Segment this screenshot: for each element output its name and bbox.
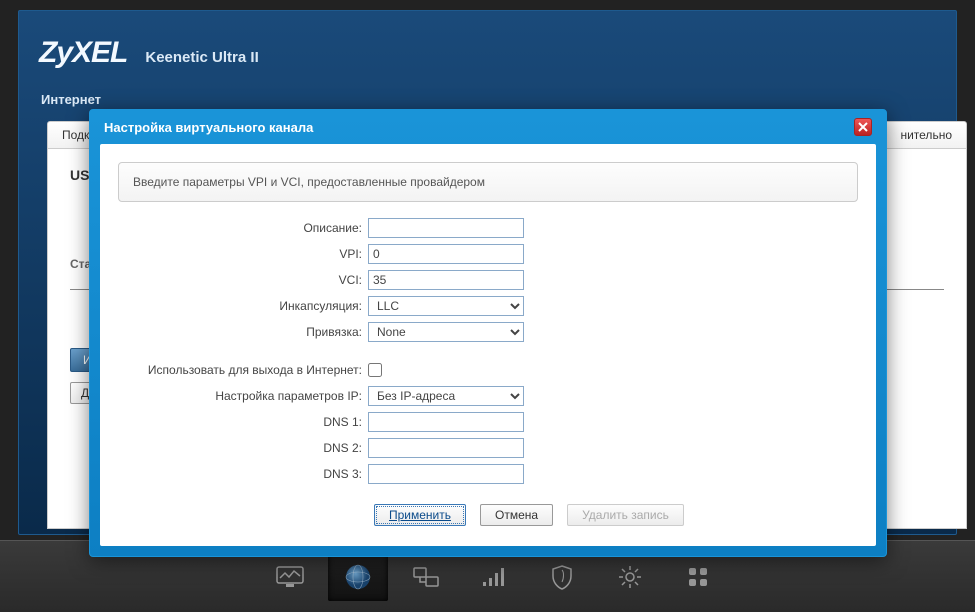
delete-button: Удалить запись [567,504,684,526]
nav-monitor-icon[interactable] [260,553,320,601]
label-encap: Инкапсуляция: [118,299,368,313]
modal-virtual-channel: Настройка виртуального канала Введите па… [89,109,887,557]
input-dns2[interactable] [368,438,524,458]
label-ip-setup: Настройка параметров IP: [118,389,368,403]
cancel-button[interactable]: Отмена [480,504,553,526]
close-button[interactable] [854,118,872,136]
model-name: Keenetic Ultra II [145,49,258,66]
nav-signal-icon[interactable] [464,553,524,601]
brand-logo: ZyXEL [39,36,127,70]
input-dns3[interactable] [368,464,524,484]
select-ip-setup[interactable]: Без IP-адреса [368,386,524,406]
label-bind: Привязка: [118,325,368,339]
close-icon [858,122,868,132]
select-encap[interactable]: LLC [368,296,524,316]
label-vpi: VPI: [118,247,368,261]
nav-apps-icon[interactable] [668,553,728,601]
nav-network-icon[interactable] [396,553,456,601]
label-use-internet: Использовать для выхода в Интернет: [118,363,368,377]
input-vci[interactable] [368,270,524,290]
select-bind[interactable]: None [368,322,524,342]
label-description: Описание: [118,221,368,235]
label-dns2: DNS 2: [118,441,368,455]
nav-gear-icon[interactable] [600,553,660,601]
label-vci: VCI: [118,273,368,287]
tab-last[interactable]: нительно [885,122,966,148]
nav-shield-icon[interactable] [532,553,592,601]
label-dns3: DNS 3: [118,467,368,481]
modal-hint: Введите параметры VPI и VCI, предоставле… [118,162,858,202]
nav-globe-icon[interactable] [328,553,388,601]
input-dns1[interactable] [368,412,524,432]
modal-title-text: Настройка виртуального канала [104,120,313,135]
input-vpi[interactable] [368,244,524,264]
label-dns1: DNS 1: [118,415,368,429]
checkbox-use-internet[interactable] [368,363,382,377]
input-description[interactable] [368,218,524,238]
apply-button[interactable]: Применить [374,504,466,526]
